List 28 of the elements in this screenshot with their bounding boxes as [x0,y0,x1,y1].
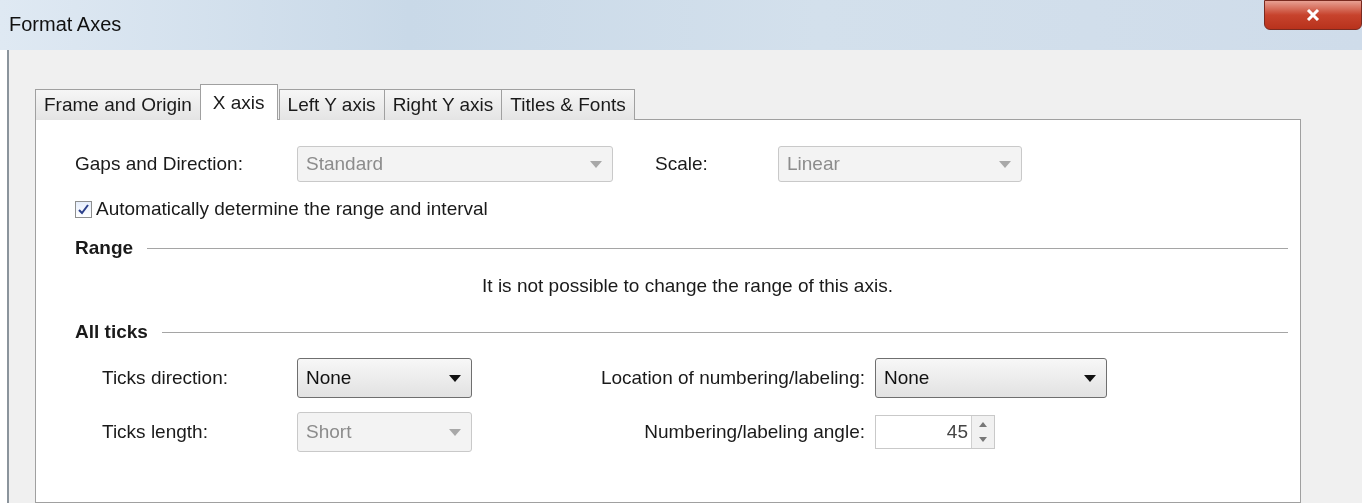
tab[interactable]: X axis [199,84,278,120]
info-message: It is not possible to change the range of this axis. [482,275,893,297]
check-icon [78,203,89,215]
caret-icon [449,428,461,436]
close-button[interactable] [1264,0,1362,30]
tab[interactable]: Frame and Origin [35,89,201,120]
window-title: Format Axes [9,13,122,36]
section-heading: Range [75,237,134,259]
field-label: Gaps and Direction: [75,153,244,175]
field-label: Ticks length: [102,421,208,442]
caret-icon [449,374,461,382]
field-label: Numbering/labeling angle: [644,421,865,442]
field-label: Ticks direction: [102,367,228,388]
tab[interactable]: Right Y axis [383,89,503,120]
tab[interactable]: Titles & Fonts [501,89,635,120]
dropdown[interactable]: None [875,358,1107,398]
field-label: Location of numbering/labeling: [600,367,865,388]
caret-icon [999,160,1011,168]
tab[interactable]: Left Y axis [278,89,385,120]
section-heading: All ticks [75,321,148,343]
checkbox[interactable] [75,200,92,218]
checkbox-label[interactable]: Automatically determine the range and interval [96,198,488,220]
dropdown[interactable]: None [297,358,472,398]
caret-icon [1084,374,1096,382]
caret-icon [590,160,602,168]
close-icon [1306,9,1320,21]
field-label: Scale: [655,153,709,175]
spin-field[interactable]: 45 [875,415,995,449]
